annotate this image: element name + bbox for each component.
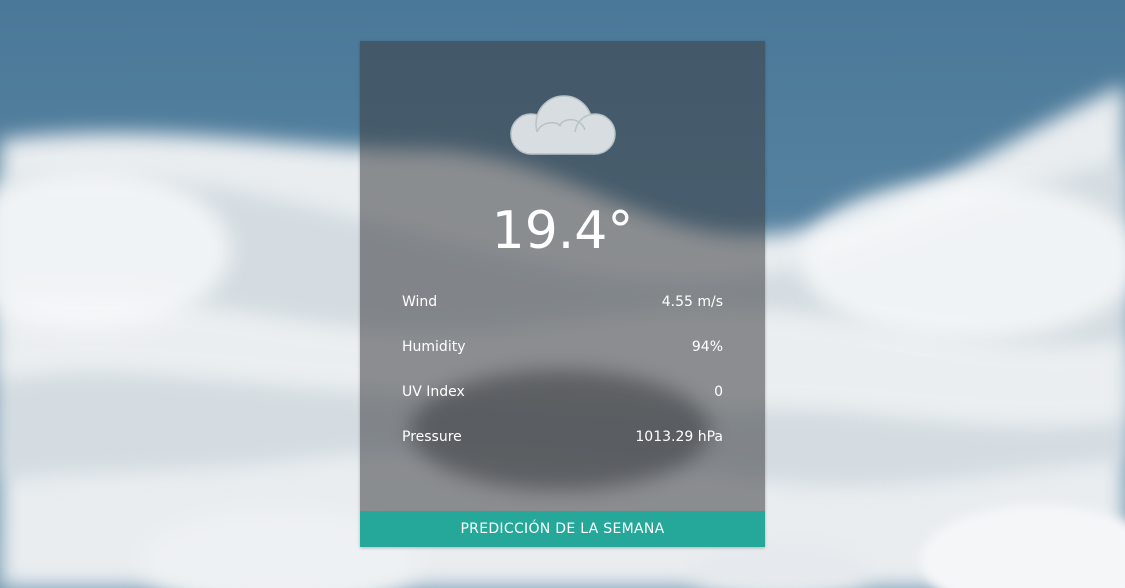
cloud-icon: [507, 94, 619, 164]
stat-label: Pressure: [402, 429, 462, 445]
stat-value: 4.55 m/s: [661, 294, 723, 310]
week-forecast-button[interactable]: PREDICCIÓN DE LA SEMANA: [360, 511, 765, 547]
stat-label: Wind: [402, 294, 438, 310]
current-temperature: 19.4°: [491, 201, 634, 261]
stat-value: 1013.29 hPa: [635, 429, 723, 445]
weather-card-body: 19.4° Wind 4.55 m/s Humidity 94% UV Inde…: [360, 41, 765, 511]
stat-row-uv-index: UV Index 0: [402, 376, 723, 421]
stat-value: 0: [714, 384, 723, 400]
weather-card: 19.4° Wind 4.55 m/s Humidity 94% UV Inde…: [360, 41, 765, 547]
stat-row-humidity: Humidity 94%: [402, 331, 723, 376]
weather-stats: Wind 4.55 m/s Humidity 94% UV Index 0 Pr…: [402, 286, 723, 466]
stat-value: 94%: [691, 339, 723, 355]
stat-label: UV Index: [402, 384, 465, 400]
stat-row-pressure: Pressure 1013.29 hPa: [402, 421, 723, 466]
stat-label: Humidity: [402, 339, 466, 355]
stat-row-wind: Wind 4.55 m/s: [402, 286, 723, 331]
